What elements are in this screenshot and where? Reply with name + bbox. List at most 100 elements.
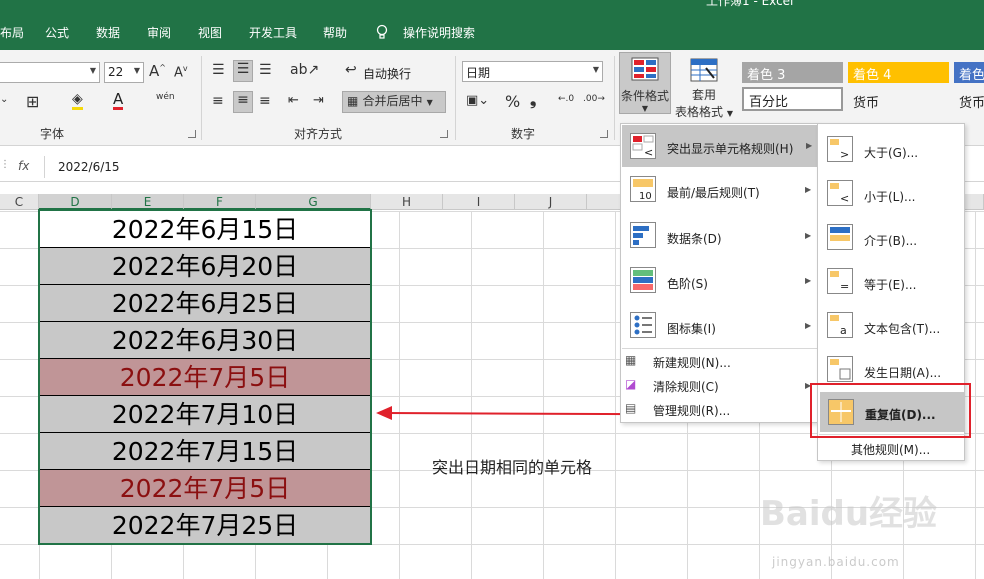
align-top-icon[interactable]: ☰	[212, 62, 225, 78]
increase-indent-icon[interactable]: ⇥	[313, 93, 324, 108]
wrap-text-icon[interactable]: ↩	[345, 62, 357, 78]
menu-item-highlight-rules[interactable]: < 突出显示单元格规则(H) ▶	[622, 125, 818, 167]
name-box-more-icon[interactable]: ⋮	[0, 159, 10, 170]
submenu-more-rules[interactable]: 其他规则(M)...	[851, 441, 930, 458]
column-header-d[interactable]: D	[39, 194, 112, 210]
date-cell[interactable]: 2022年7月15日	[39, 433, 371, 470]
wrap-text-button[interactable]: 自动换行	[363, 65, 411, 82]
menu-item-clear-rules[interactable]: ◪ 清除规则(C) ▶	[621, 374, 817, 396]
data-bars-icon	[630, 222, 656, 248]
menu-item-icon-sets[interactable]: 图标集(I) ▶	[621, 304, 817, 348]
less-than-icon: <	[827, 180, 853, 206]
comma-button[interactable]: ❟	[530, 90, 536, 110]
tab-view[interactable]: 视图	[198, 24, 222, 41]
alignment-group-label: 对齐方式	[294, 127, 343, 141]
date-cell[interactable]: 2022年6月30日	[39, 322, 371, 359]
color-scales-icon	[630, 267, 656, 293]
submenu-between[interactable]: 介于(B)...	[818, 218, 964, 258]
orientation-icon[interactable]: ab↗	[290, 62, 319, 78]
menu-item-top-bottom[interactable]: 10 最前/最后规则(T) ▶	[621, 168, 817, 212]
svg-text:a: a	[840, 324, 847, 337]
menu-item-manage-rules[interactable]: ▤ 管理规则(R)...	[621, 398, 817, 420]
annotation-text: 突出日期相同的单元格	[432, 458, 593, 477]
equal-to-icon: =	[827, 268, 853, 294]
column-header-f[interactable]: F	[184, 194, 256, 210]
date-cell[interactable]: 2022年6月25日	[39, 285, 371, 322]
date-cell[interactable]: 2022年7月5日	[39, 470, 371, 507]
font-name-box[interactable]: ▼	[0, 62, 100, 83]
conditional-format-menu: < 突出显示单元格规则(H) ▶ 10 最前/最后规则(T) ▶ 数据条(D) …	[620, 123, 818, 423]
svg-text:<: <	[644, 146, 653, 158]
increase-font-icon[interactable]: A^	[149, 62, 166, 80]
align-bottom-icon[interactable]: ☰	[259, 62, 272, 78]
tell-me-search[interactable]: 操作说明搜索	[403, 24, 475, 41]
eraser-icon: ◪	[625, 377, 637, 391]
date-cell[interactable]: 2022年6月15日	[39, 211, 371, 248]
submenu-text-contains[interactable]: a 文本包含(T)...	[818, 306, 964, 346]
tab-help[interactable]: 帮助	[323, 24, 347, 41]
tab-data[interactable]: 数据	[96, 24, 120, 41]
column-header-j[interactable]: J	[515, 194, 587, 210]
submenu-equal-to[interactable]: = 等于(E)...	[818, 262, 964, 302]
font-launcher-icon[interactable]	[188, 130, 196, 138]
align-right-icon[interactable]: ≡	[259, 93, 271, 109]
lightbulb-icon	[376, 24, 388, 43]
date-cell[interactable]: 2022年7月25日	[39, 507, 371, 544]
submenu-greater-than[interactable]: > 大于(G)...	[818, 130, 964, 170]
number-group-label: 数字	[511, 127, 536, 141]
fx-icon[interactable]: fx	[18, 159, 29, 173]
date-occurring-icon	[827, 356, 853, 382]
column-header-c[interactable]: C	[0, 194, 39, 210]
date-cell[interactable]: 2022年7月10日	[39, 396, 371, 433]
conditional-format-button[interactable]: 条件格式 ▼	[619, 52, 671, 114]
date-cell[interactable]: 2022年7月5日	[39, 359, 371, 396]
font-group-label: 字体	[40, 127, 65, 141]
style-accent-5[interactable]: 着色	[954, 62, 984, 83]
border-icon[interactable]: ⊞	[26, 92, 39, 111]
column-header-g[interactable]: G	[256, 194, 371, 210]
style-currency-2[interactable]: 货币	[954, 90, 984, 111]
style-accent-4[interactable]: 着色 4	[848, 62, 949, 83]
column-header-e[interactable]: E	[112, 194, 184, 210]
currency-icon[interactable]: ▣⌄	[466, 93, 489, 108]
increase-decimal-icon[interactable]: ←.0	[558, 94, 574, 104]
chevron-down-icon[interactable]: ⌄	[0, 94, 8, 105]
decrease-decimal-icon[interactable]: .00→	[583, 94, 605, 104]
number-format-box[interactable]: 日期 ▼	[462, 61, 603, 82]
tab-developer[interactable]: 开发工具	[249, 24, 297, 41]
decrease-font-icon[interactable]: Av	[174, 64, 188, 80]
align-center-icon[interactable]: ≡	[233, 91, 253, 113]
text-contains-icon: a	[827, 312, 853, 338]
svg-text:>: >	[840, 148, 849, 161]
fill-color-icon[interactable]: ◈	[72, 92, 83, 110]
align-middle-icon[interactable]: ☰	[233, 60, 253, 82]
column-header-h[interactable]: H	[371, 194, 443, 210]
decrease-indent-icon[interactable]: ⇤	[288, 93, 299, 108]
column-header-i[interactable]: I	[443, 194, 515, 210]
submenu-less-than[interactable]: < 小于(L)...	[818, 174, 964, 214]
number-launcher-icon[interactable]	[600, 130, 608, 138]
format-as-table-button[interactable]: 套用 表格格式 ▼	[673, 54, 735, 119]
alignment-launcher-icon[interactable]	[440, 130, 448, 138]
date-cell[interactable]: 2022年6月20日	[39, 248, 371, 285]
align-left-icon[interactable]: ≡	[212, 93, 224, 109]
watermark-url: jingyan.baidu.com	[772, 555, 900, 569]
menu-item-color-scales[interactable]: 色阶(S) ▶	[621, 259, 817, 303]
font-size-box[interactable]: 22 ▼	[104, 62, 144, 83]
menu-item-new-rule[interactable]: ▦ 新建规则(N)...	[621, 350, 817, 372]
highlight-rules-icon: <	[630, 133, 656, 159]
merge-center-button[interactable]: ▦ 合并后居中 ▼	[342, 91, 446, 113]
phonetic-icon[interactable]: wén	[156, 92, 175, 102]
menu-item-data-bars[interactable]: 数据条(D) ▶	[621, 214, 817, 258]
style-accent-3[interactable]: 着色 3	[742, 62, 843, 83]
style-percent[interactable]: 百分比	[742, 87, 843, 111]
formula-input[interactable]: 2022/6/15	[58, 160, 120, 174]
style-currency[interactable]: 货币	[848, 90, 949, 111]
manage-rules-icon: ▤	[625, 401, 637, 415]
tab-review[interactable]: 审阅	[147, 24, 171, 41]
font-color-icon[interactable]: A	[113, 92, 124, 110]
new-rule-icon: ▦	[625, 353, 637, 367]
percent-button[interactable]: %	[505, 92, 520, 111]
tab-formulas[interactable]: 公式	[45, 24, 69, 41]
tab-layout[interactable]: 布局	[0, 24, 24, 41]
